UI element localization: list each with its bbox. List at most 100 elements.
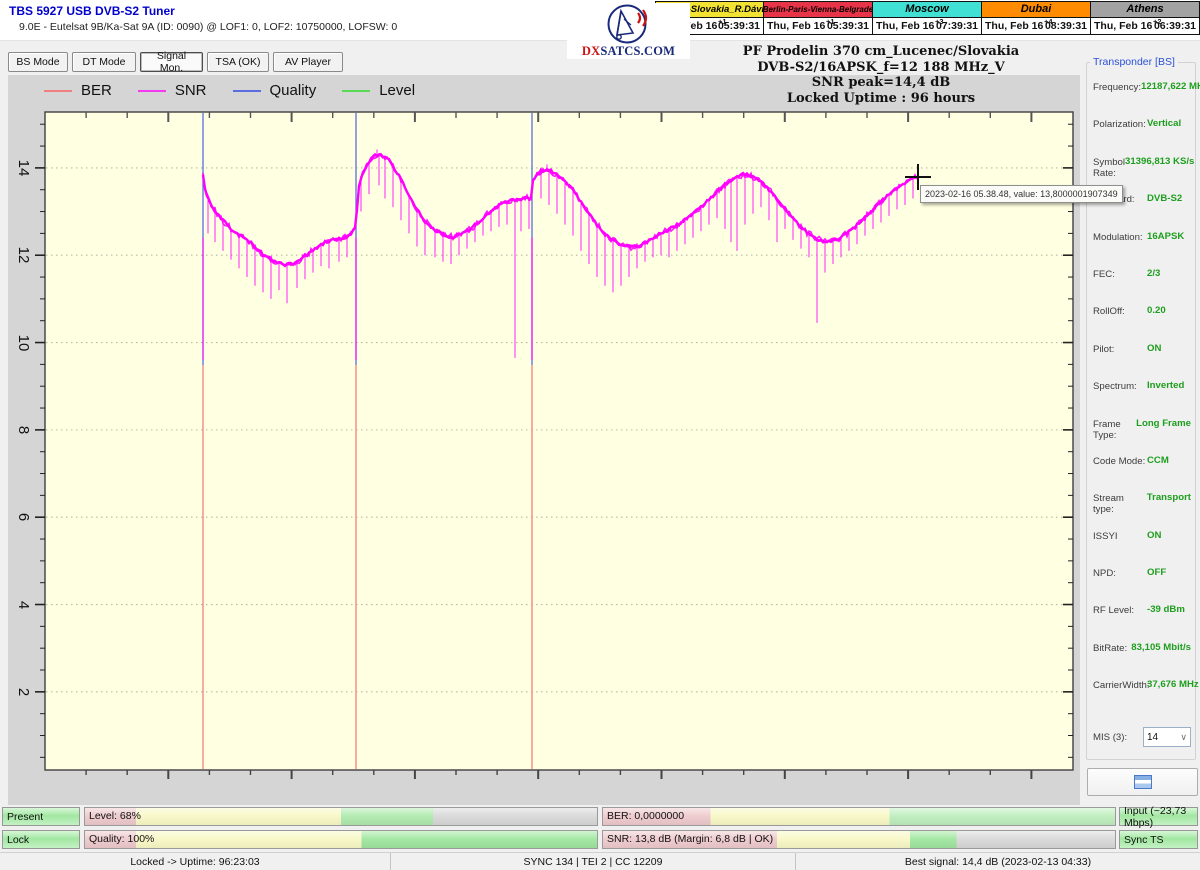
- stream-list-button[interactable]: [1087, 768, 1198, 796]
- legend-label: SNR: [175, 82, 207, 99]
- transponder-row: Modulation:16APSK: [1093, 231, 1191, 268]
- y-axis-tick-label: 6: [14, 502, 34, 532]
- clock-time-value: 08:39:31: [1045, 20, 1087, 32]
- clock-time-row: Thu, Feb 16+408:39:31: [982, 18, 1090, 34]
- tab-bs-mode[interactable]: BS Mode: [8, 52, 68, 72]
- tab-av-player[interactable]: AV Player: [273, 52, 343, 72]
- clock-dubai: DubaiThu, Feb 16+408:39:31: [982, 1, 1091, 35]
- transponder-row-label: Polarization:: [1093, 118, 1147, 130]
- clock-city-label: Moscow: [873, 2, 981, 18]
- transponder-row: Polarization:Vertical: [1093, 118, 1191, 155]
- transponder-row-value: 37,676 MHz: [1147, 679, 1199, 690]
- legend-item-ber: BER: [44, 82, 112, 99]
- chevron-down-icon: ∨: [1180, 732, 1187, 743]
- clock-time-value: 07:39:31: [936, 20, 978, 32]
- chart-legend: BER SNR Quality Level: [44, 82, 415, 99]
- transponder-row-label: Pilot:: [1093, 343, 1147, 355]
- transponder-row-label: BitRate:: [1093, 642, 1131, 654]
- transponder-row-value: 0.20: [1147, 305, 1191, 316]
- progress-bar-label: SNR: 13,8 dB (Margin: 6,8 dB | OK): [607, 833, 773, 845]
- window-subtitle: 9.0E - Eutelsat 9B/Ka-Sat 9A (ID: 0090) …: [19, 21, 397, 33]
- statusbar: Locked -> Uptime: 96:23:03 SYNC 134 | TE…: [0, 852, 1200, 870]
- transponder-row-value: 83,105 Mbit/s: [1131, 642, 1191, 653]
- transponder-row: Stream type:Transport: [1093, 492, 1191, 529]
- transponder-row: Frame Type:Long Frame: [1093, 418, 1191, 455]
- chart-headline: PF Prodelin 370 cm_Lucenec/Slovakia DVB-…: [690, 44, 1072, 106]
- y-axis-tick-label: 2: [14, 677, 34, 707]
- transponder-row-value: ON: [1147, 530, 1191, 541]
- transponder-row: NPD:OFF: [1093, 567, 1191, 604]
- transponder-row-label: Frame Type:: [1093, 418, 1136, 441]
- legend-item-level: Level: [342, 82, 415, 99]
- clock-time-row: Thu, Feb 16+206:39:31: [1091, 18, 1199, 34]
- y-axis-tick-label: 4: [14, 590, 34, 620]
- transponder-row-label: RF Level:: [1093, 604, 1147, 616]
- transponder-row: BitRate:83,105 Mbit/s: [1093, 642, 1191, 679]
- transponder-row-label: Modulation:: [1093, 231, 1147, 243]
- legend-item-snr: SNR: [138, 82, 207, 99]
- clock-time-row: Thu, Feb 16+307:39:31: [873, 18, 981, 34]
- transponder-row: RF Level:-39 dBm: [1093, 604, 1191, 641]
- clock-city-label: Athens: [1091, 2, 1199, 18]
- transponder-rows: Frequency:12187,622 MHzPolarization:Vert…: [1093, 81, 1191, 717]
- status-badge-input-mbps-: Input (~23,73 Mbps): [1119, 807, 1198, 826]
- clock-date: Thu, Feb 16: [876, 20, 934, 32]
- progress-bar: Level: 68%: [84, 807, 598, 826]
- clock-city-label: Dubai: [982, 2, 1090, 18]
- status-badge-lock: Lock: [2, 830, 80, 849]
- chart-title-line2: DVB-S2/16APSK_f=12 188 MHz_V: [690, 60, 1072, 76]
- transponder-row-label: FEC:: [1093, 268, 1147, 280]
- transponder-row: CarrierWidth:37,676 MHz: [1093, 679, 1191, 716]
- transponder-row-value: OFF: [1147, 567, 1191, 578]
- chart-title-line1: PF Prodelin 370 cm_Lucenec/Slovakia: [690, 44, 1072, 60]
- chart-title-line3: SNR peak=14,4 dB: [690, 75, 1072, 91]
- transponder-row-value: -39 dBm: [1147, 604, 1191, 615]
- transponder-row-label: CarrierWidth:: [1093, 679, 1147, 691]
- legend-line-swatch: [44, 90, 72, 92]
- transponder-row: RollOff:0.20: [1093, 305, 1191, 342]
- tab-signal-mon-[interactable]: Signal Mon.: [140, 52, 203, 72]
- chart-tooltip: 2023-02-16 05.38.48, value: 13,800000190…: [920, 185, 1123, 203]
- dxsatcs-logo: DXSATCS.COM: [567, 3, 690, 59]
- transponder-row: Spectrum:Inverted: [1093, 380, 1191, 417]
- transponder-row: Frequency:12187,622 MHz: [1093, 81, 1191, 118]
- clock-time-value: 06:39:31: [1154, 20, 1196, 32]
- y-axis-tick-label: 8: [14, 415, 34, 445]
- y-axis-tick-label: 10: [14, 328, 34, 358]
- transponder-row-label: Code Mode:: [1093, 455, 1147, 467]
- mis-label: MIS (3):: [1093, 732, 1143, 743]
- transponder-row-label: Frequency:: [1093, 81, 1141, 93]
- tab-tsa-ok-[interactable]: TSA (OK): [207, 52, 269, 72]
- mis-selected-value: 14: [1147, 732, 1158, 743]
- transponder-row: Pilot:ON: [1093, 343, 1191, 380]
- transponder-row-value: Long Frame: [1136, 418, 1191, 429]
- mis-select[interactable]: 14 ∨: [1143, 727, 1191, 747]
- transponder-row-label: Stream type:: [1093, 492, 1147, 515]
- legend-label: Quality: [270, 82, 317, 99]
- clock-date: Thu, Feb 16: [1094, 20, 1152, 32]
- tab-dt-mode[interactable]: DT Mode: [72, 52, 136, 72]
- signal-chart-panel: BERSNRQualityLevel 1412108642 2023-02-16…: [8, 75, 1080, 805]
- transponder-row-value: 16APSK: [1147, 231, 1191, 242]
- statusbar-sync-counters: SYNC 134 | TEI 2 | CC 12209: [390, 853, 795, 870]
- signal-status-bars: PresentLevel: 68%BER: 0,0000000Input (~2…: [0, 805, 1200, 852]
- transponder-groupbox: Frequency:12187,622 MHzPolarization:Vert…: [1086, 62, 1196, 760]
- transponder-row-label: Spectrum:: [1093, 380, 1147, 392]
- statusbar-uptime: Locked -> Uptime: 96:23:03: [0, 853, 390, 870]
- transponder-row-label: RollOff:: [1093, 305, 1147, 317]
- transponder-group-title: Transponder [BS]: [1090, 56, 1178, 68]
- satellite-dish-icon: [607, 3, 651, 45]
- y-axis-tick-label: 14: [14, 153, 34, 183]
- transponder-row-value: 12187,622 MHz: [1141, 81, 1200, 92]
- progress-bar-label: BER: 0,0000000: [607, 810, 684, 822]
- transponder-row-value: ON: [1147, 343, 1191, 354]
- y-axis-tick-label: 12: [14, 240, 34, 270]
- transponder-row-value: 2/3: [1147, 268, 1191, 279]
- statusbar-best-signal: Best signal: 14,4 dB (2023-02-13 04:33): [795, 853, 1200, 870]
- clock-time-row: Thu, Feb 16+105:39:31: [764, 18, 872, 34]
- status-badge-sync-ts: Sync TS: [1119, 830, 1198, 849]
- world-clocks: Lučenec-Slovakia_R.DávidThu, Feb 16+105:…: [655, 1, 1200, 35]
- transponder-row-value: 31396,813 KS/s: [1125, 156, 1194, 167]
- progress-bar-label: Quality: 100%: [89, 833, 154, 845]
- transponder-row-value: Vertical: [1147, 118, 1191, 129]
